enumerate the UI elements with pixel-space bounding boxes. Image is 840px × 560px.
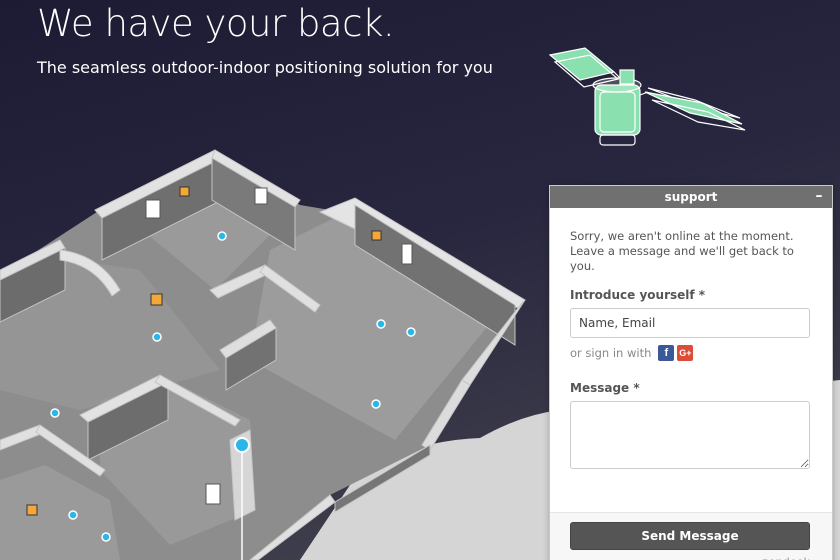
hero-subtitle: The seamless outdoor-indoor positioning … <box>37 58 493 77</box>
position-dot <box>50 408 60 418</box>
position-dot <box>68 510 78 520</box>
user-location-dot <box>234 437 250 453</box>
wifi-marker <box>26 504 38 516</box>
position-dot <box>101 532 111 542</box>
support-widget: support – Sorry, we aren't online at the… <box>549 185 833 560</box>
support-body: Sorry, we aren't online at the moment. L… <box>550 208 832 469</box>
position-dot <box>371 399 381 409</box>
support-footer: Send Message zendesk <box>550 512 832 560</box>
support-header-title: support <box>664 190 718 204</box>
google-plus-icon[interactable]: G+ <box>677 345 694 361</box>
hero-title: We have your back. <box>37 2 395 45</box>
satellite-icon <box>548 47 746 146</box>
introduce-label: Introduce yourself * <box>570 288 706 302</box>
support-header[interactable]: support – <box>550 186 832 208</box>
message-label: Message * <box>570 381 640 395</box>
send-message-button[interactable]: Send Message <box>570 522 810 550</box>
name-email-input[interactable] <box>570 308 810 338</box>
wifi-marker <box>150 293 163 306</box>
message-textarea[interactable] <box>570 401 810 469</box>
position-dot <box>217 231 227 241</box>
facebook-icon[interactable]: f <box>658 345 675 361</box>
position-dot <box>376 319 386 329</box>
offline-message: Sorry, we aren't online at the moment. L… <box>570 229 794 273</box>
position-dot <box>406 327 416 337</box>
minimize-button[interactable]: – <box>812 186 826 208</box>
wifi-marker <box>179 186 190 197</box>
signin-row: or sign in with f G+ <box>570 345 812 361</box>
zendesk-logo: zendesk <box>762 555 810 560</box>
wifi-marker <box>371 230 382 241</box>
position-dot <box>152 332 162 342</box>
signin-text: or sign in with <box>570 346 652 360</box>
